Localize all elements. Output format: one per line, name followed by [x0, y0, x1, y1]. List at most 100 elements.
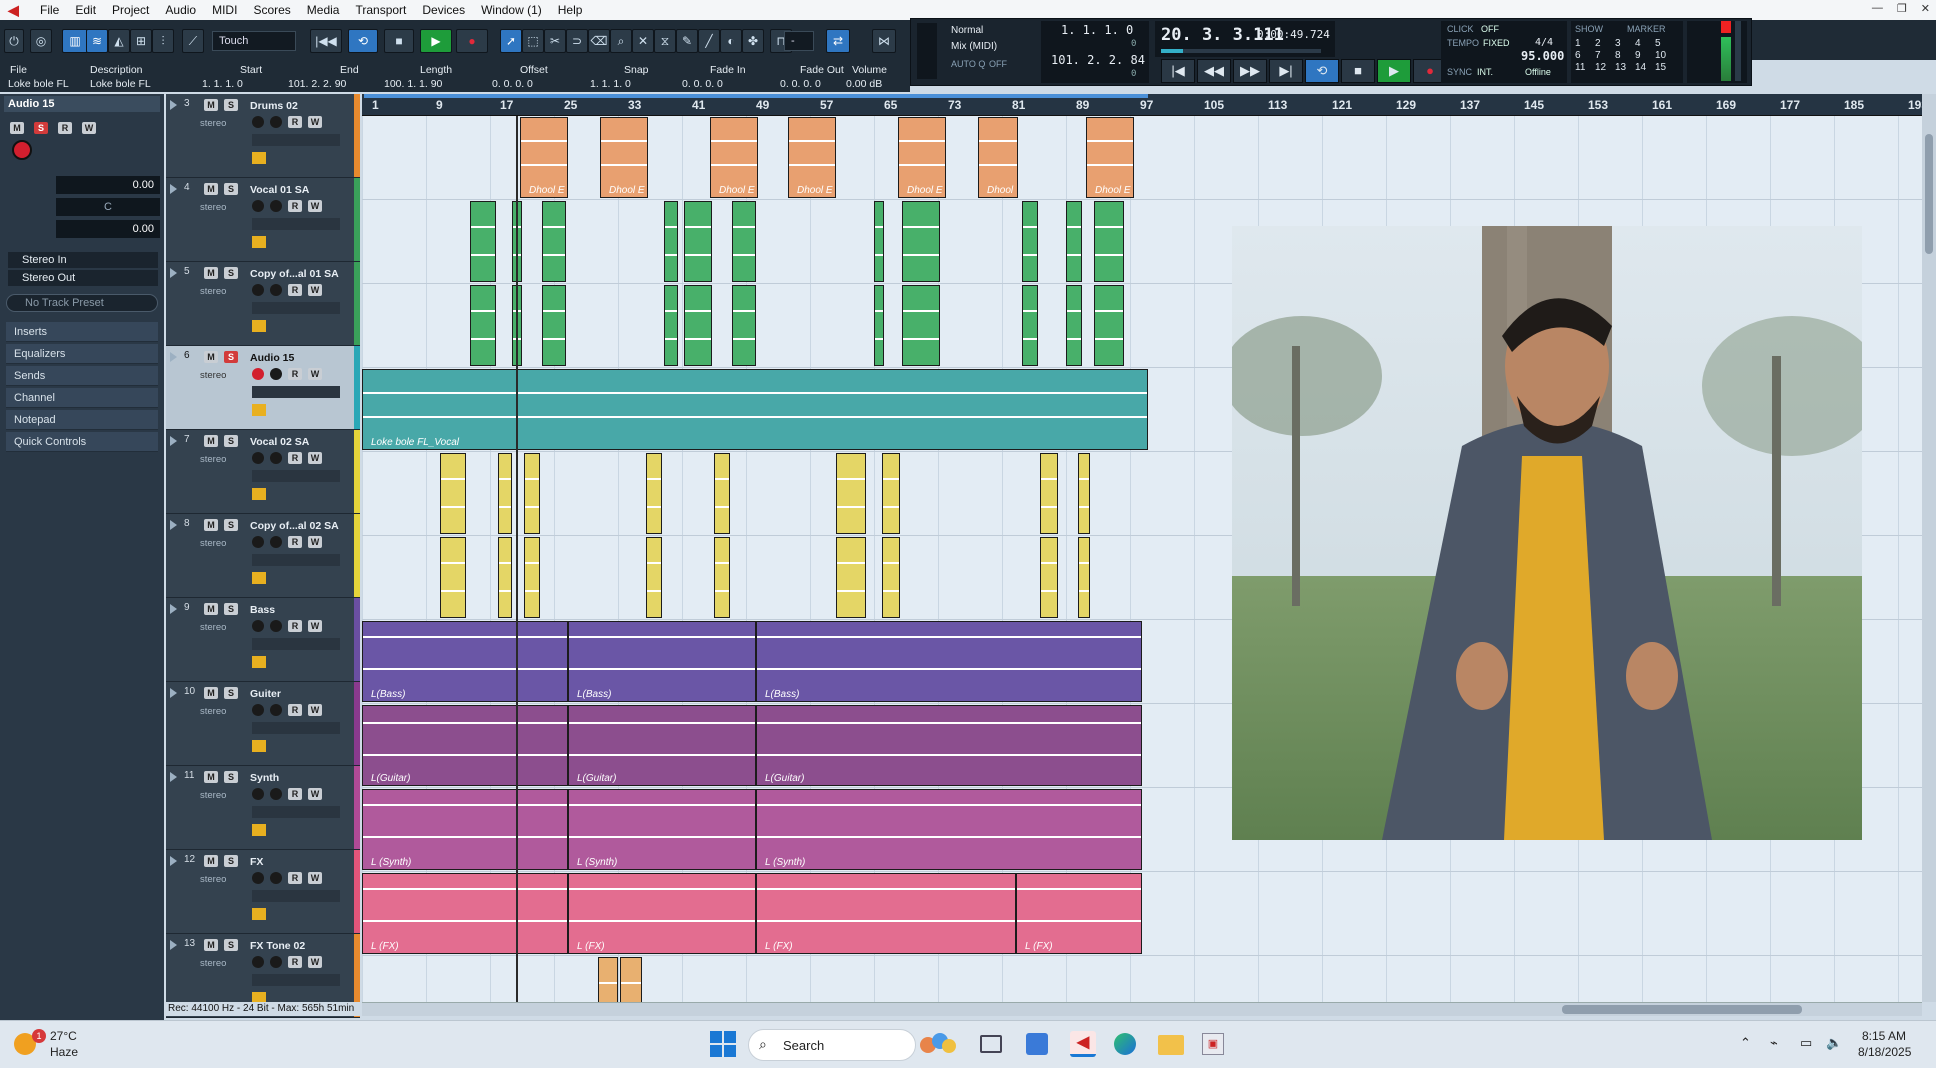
- track-controls[interactable]: [252, 470, 340, 482]
- lock-icon[interactable]: [252, 656, 266, 668]
- output-routing[interactable]: Stereo Out: [8, 270, 158, 286]
- vocal2-copy-event[interactable]: [1078, 537, 1090, 618]
- track-controls[interactable]: [252, 722, 340, 734]
- constrain-delay-icon[interactable]: ◎: [30, 29, 52, 53]
- solo-icon[interactable]: S: [224, 603, 238, 615]
- track-name[interactable]: Copy of...al 02 SA: [250, 520, 350, 532]
- glue-tool-icon[interactable]: ⊃: [566, 29, 588, 53]
- monitor-icon[interactable]: [270, 956, 282, 968]
- network-icon[interactable]: ⌁: [1770, 1035, 1778, 1051]
- record-enable-icon[interactable]: [252, 452, 264, 464]
- play-tool-icon[interactable]: ◐: [720, 29, 742, 53]
- mute-icon[interactable]: M: [204, 351, 218, 363]
- write-icon[interactable]: W: [308, 116, 322, 128]
- erase-tool-icon[interactable]: ⌫: [588, 29, 610, 53]
- track-controls[interactable]: [252, 638, 340, 650]
- vocal-copy-event[interactable]: [732, 285, 756, 366]
- read-icon[interactable]: R: [288, 536, 302, 548]
- fx-event[interactable]: L (FX): [756, 873, 1016, 954]
- monitor-icon[interactable]: [270, 116, 282, 128]
- hscroll-thumb[interactable]: [1562, 1005, 1802, 1014]
- track-header[interactable]: 3 M S Drums 02 stereo R W: [166, 94, 360, 178]
- track-controls[interactable]: [252, 218, 340, 230]
- auto-q-state[interactable]: OFF: [989, 59, 1007, 69]
- drum-event[interactable]: Dhool E: [788, 117, 836, 198]
- quantize-select[interactable]: -: [784, 31, 814, 51]
- menu-audio[interactable]: Audio: [157, 3, 204, 17]
- record-enable-icon[interactable]: [252, 956, 264, 968]
- track-header[interactable]: 5 M S Copy of...al 01 SA stereo R W: [166, 262, 360, 346]
- delay-field[interactable]: 0.00: [56, 220, 160, 238]
- vocal2-copy-event[interactable]: [646, 537, 662, 618]
- monitor-icon[interactable]: [270, 704, 282, 716]
- playhead[interactable]: [516, 116, 518, 1002]
- cycle-range[interactable]: [364, 94, 1148, 98]
- guitar-event[interactable]: L(Guitar): [362, 705, 568, 786]
- automation-icon[interactable]: ⟋: [182, 29, 204, 53]
- cycle-mode-select[interactable]: Mix (MIDI): [951, 41, 997, 52]
- vocal-event[interactable]: [732, 201, 756, 282]
- info-length-value[interactable]: 100. 1. 1. 90: [384, 78, 442, 90]
- monitor-icon[interactable]: [270, 536, 282, 548]
- vocal-copy-event[interactable]: [1022, 285, 1038, 366]
- solo-icon[interactable]: S: [224, 183, 238, 195]
- transport-play-button[interactable]: ▶: [1377, 59, 1411, 83]
- task-view-icon[interactable]: [980, 1035, 1002, 1053]
- mute-icon[interactable]: M: [204, 687, 218, 699]
- marker-number[interactable]: 2: [1595, 38, 1601, 49]
- vocal2-event[interactable]: [714, 453, 730, 534]
- vocal-copy-event[interactable]: [902, 285, 940, 366]
- write-icon[interactable]: W: [308, 452, 322, 464]
- record-enable-icon[interactable]: [252, 872, 264, 884]
- vocal-event[interactable]: [1094, 201, 1124, 282]
- track-preset-field[interactable]: No Track Preset: [6, 294, 158, 312]
- solo-icon[interactable]: S: [224, 687, 238, 699]
- volume-field[interactable]: 0.00: [56, 176, 160, 194]
- click-state[interactable]: OFF: [1481, 24, 1499, 34]
- write-icon[interactable]: W: [308, 284, 322, 296]
- record-enable-icon[interactable]: [252, 368, 264, 380]
- drum-event[interactable]: Dhool E: [898, 117, 946, 198]
- display-icon[interactable]: ▭: [1800, 1035, 1812, 1051]
- track-name[interactable]: FX: [250, 856, 350, 868]
- vocal-copy-event[interactable]: [1094, 285, 1124, 366]
- time-signature[interactable]: 4/4: [1535, 37, 1553, 48]
- sends-section[interactable]: Sends: [6, 366, 158, 386]
- track-name[interactable]: FX Tone 02: [250, 940, 350, 952]
- fx-event[interactable]: L (FX): [362, 873, 568, 954]
- zoom-tool-icon[interactable]: ⌕: [610, 29, 632, 53]
- menu-window[interactable]: Window (1): [473, 3, 550, 17]
- expand-triangle-icon[interactable]: [170, 100, 177, 110]
- record-enable-icon[interactable]: [252, 536, 264, 548]
- mute-icon[interactable]: M: [204, 99, 218, 111]
- lock-icon[interactable]: [252, 572, 266, 584]
- range-tool-icon[interactable]: ⬚: [522, 29, 544, 53]
- monitor-icon[interactable]: [270, 872, 282, 884]
- transport-forward-button[interactable]: ▶▶: [1233, 59, 1267, 83]
- expand-triangle-icon[interactable]: [170, 436, 177, 446]
- vocal2-copy-event[interactable]: [714, 537, 730, 618]
- transport-stop-button[interactable]: ■: [1341, 59, 1375, 83]
- marker-number[interactable]: 1: [1575, 38, 1581, 49]
- read-icon[interactable]: R: [288, 872, 302, 884]
- vocal-event[interactable]: [684, 201, 712, 282]
- track-name[interactable]: Audio 15: [250, 352, 350, 364]
- vocal-event[interactable]: [874, 201, 884, 282]
- bass-event[interactable]: L(Bass): [362, 621, 568, 702]
- menu-help[interactable]: Help: [550, 3, 591, 17]
- vocal2-event[interactable]: [498, 453, 512, 534]
- go-to-start-button[interactable]: |◀◀: [310, 29, 342, 53]
- transport-cycle-button[interactable]: ⟲: [1305, 59, 1339, 83]
- expand-triangle-icon[interactable]: [170, 688, 177, 698]
- marker-number[interactable]: 15: [1655, 62, 1666, 73]
- solo-icon[interactable]: S: [224, 519, 238, 531]
- minimize-icon[interactable]: —: [1872, 2, 1883, 15]
- info-fade-out-value[interactable]: 0. 0. 0. 0: [780, 78, 821, 90]
- drum-event[interactable]: Dhool E: [600, 117, 648, 198]
- mute-icon[interactable]: M: [204, 519, 218, 531]
- draw-tool-icon[interactable]: ✎: [676, 29, 698, 53]
- marker-number[interactable]: 13: [1615, 62, 1626, 73]
- mute-icon[interactable]: M: [204, 267, 218, 279]
- marker-number[interactable]: 11: [1575, 62, 1585, 73]
- pan-field[interactable]: C: [56, 198, 160, 216]
